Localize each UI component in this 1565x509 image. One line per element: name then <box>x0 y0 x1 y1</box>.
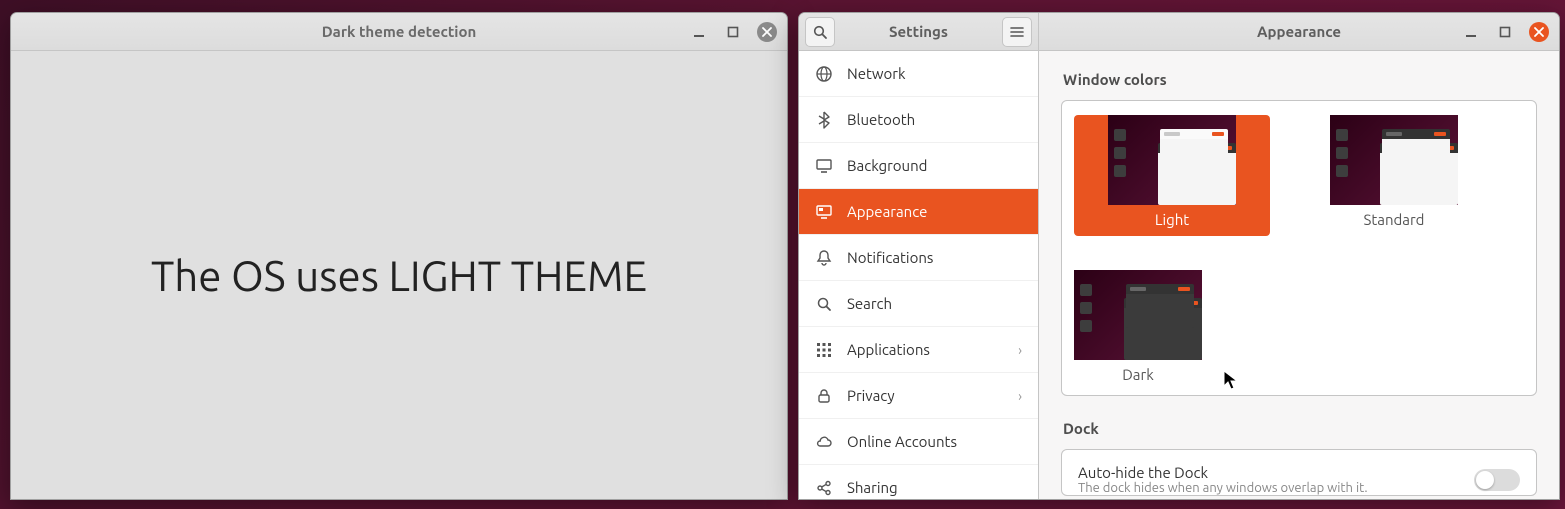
sidebar-item-label: Sharing <box>847 479 898 496</box>
sidebar-item-sharing[interactable]: Sharing <box>799 465 1038 499</box>
close-icon <box>1534 27 1544 37</box>
search-icon <box>815 295 833 313</box>
settings-content[interactable]: Window colors Light <box>1039 51 1559 499</box>
sidebar-item-label: Online Accounts <box>847 433 957 450</box>
header-right: Appearance <box>1039 13 1559 50</box>
maximize-button[interactable] <box>1495 22 1515 42</box>
theme-thumb-dark <box>1074 270 1202 360</box>
theme-label: Light <box>1155 205 1189 236</box>
autohide-row: Auto-hide the Dock The dock hides when a… <box>1078 464 1520 495</box>
sidebar-item-label: Appearance <box>847 203 927 220</box>
lock-icon <box>815 387 833 405</box>
chevron-right-icon: › <box>1018 342 1022 358</box>
theme-label: Standard <box>1364 205 1425 236</box>
autohide-sub: The dock hides when any windows overlap … <box>1078 481 1368 495</box>
monitor-icon <box>815 157 833 175</box>
sidebar-item-label: Background <box>847 157 927 174</box>
sidebar-item-label: Privacy <box>847 387 895 404</box>
maximize-icon <box>727 26 739 38</box>
window-body: The OS uses LIGHT THEME <box>11 51 787 499</box>
globe-icon <box>815 65 833 83</box>
theme-options: Light Standard <box>1074 115 1524 391</box>
settings-window: Settings Appearance <box>798 12 1560 500</box>
apps-icon <box>815 341 833 359</box>
search-button[interactable] <box>805 17 835 47</box>
search-icon <box>812 24 828 40</box>
settings-body: Network Bluetooth Background Appearance … <box>799 51 1559 499</box>
theme-option-standard[interactable]: Standard <box>1330 115 1458 236</box>
theme-option-light[interactable]: Light <box>1074 115 1270 236</box>
sidebar-item-label: Applications <box>847 341 930 358</box>
sidebar-item-label: Network <box>847 65 906 82</box>
close-button[interactable] <box>757 22 777 42</box>
window-colors-label: Window colors <box>1063 71 1537 88</box>
sidebar-item-label: Notifications <box>847 249 933 266</box>
minimize-icon <box>1465 26 1477 38</box>
sidebar-item-background[interactable]: Background <box>799 143 1038 189</box>
maximize-button[interactable] <box>723 22 743 42</box>
theme-thumb-standard <box>1330 115 1458 205</box>
maximize-icon <box>1499 26 1511 38</box>
theme-status-text: The OS uses LIGHT THEME <box>151 252 647 299</box>
minimize-icon <box>693 26 705 38</box>
theme-detection-window: Dark theme detection The OS uses LIGHT T… <box>10 12 788 500</box>
autohide-switch[interactable] <box>1474 469 1520 491</box>
dock-section: Dock Auto-hide the Dock The dock hides w… <box>1061 420 1537 496</box>
sidebar-item-label: Bluetooth <box>847 111 915 128</box>
share-icon <box>815 479 833 497</box>
close-button[interactable] <box>1529 22 1549 42</box>
titlebar[interactable]: Settings Appearance <box>799 13 1559 51</box>
chevron-right-icon: › <box>1018 388 1022 404</box>
close-icon <box>762 27 772 37</box>
titlebar[interactable]: Dark theme detection <box>11 13 787 51</box>
window-title: Dark theme detection <box>11 23 787 40</box>
minimize-button[interactable] <box>1461 22 1481 42</box>
window-controls <box>1461 22 1549 42</box>
dock-label: Dock <box>1063 420 1537 437</box>
minimize-button[interactable] <box>689 22 709 42</box>
sidebar-item-privacy[interactable]: Privacy › <box>799 373 1038 419</box>
window-colors-card: Light Standard <box>1061 100 1537 396</box>
bluetooth-icon <box>815 111 833 129</box>
autohide-label: Auto-hide the Dock <box>1078 464 1368 481</box>
sidebar-item-bluetooth[interactable]: Bluetooth <box>799 97 1038 143</box>
settings-sidebar[interactable]: Network Bluetooth Background Appearance … <box>799 51 1039 499</box>
sidebar-item-appearance[interactable]: Appearance <box>799 189 1038 235</box>
window-controls <box>689 22 777 42</box>
sidebar-item-online-accounts[interactable]: Online Accounts <box>799 419 1038 465</box>
dock-card: Auto-hide the Dock The dock hides when a… <box>1061 449 1537 496</box>
hamburger-icon <box>1010 25 1024 39</box>
sidebar-item-label: Search <box>847 295 892 312</box>
sidebar-item-notifications[interactable]: Notifications <box>799 235 1038 281</box>
theme-option-dark[interactable]: Dark <box>1074 270 1202 391</box>
appearance-icon <box>815 203 833 221</box>
bell-icon <box>815 249 833 267</box>
theme-label: Dark <box>1122 360 1154 391</box>
cloud-icon <box>815 433 833 451</box>
sidebar-item-network[interactable]: Network <box>799 51 1038 97</box>
header-left: Settings <box>799 13 1039 50</box>
hamburger-button[interactable] <box>1002 17 1032 47</box>
theme-thumb-light <box>1108 115 1236 205</box>
sidebar-item-applications[interactable]: Applications › <box>799 327 1038 373</box>
sidebar-item-search[interactable]: Search <box>799 281 1038 327</box>
